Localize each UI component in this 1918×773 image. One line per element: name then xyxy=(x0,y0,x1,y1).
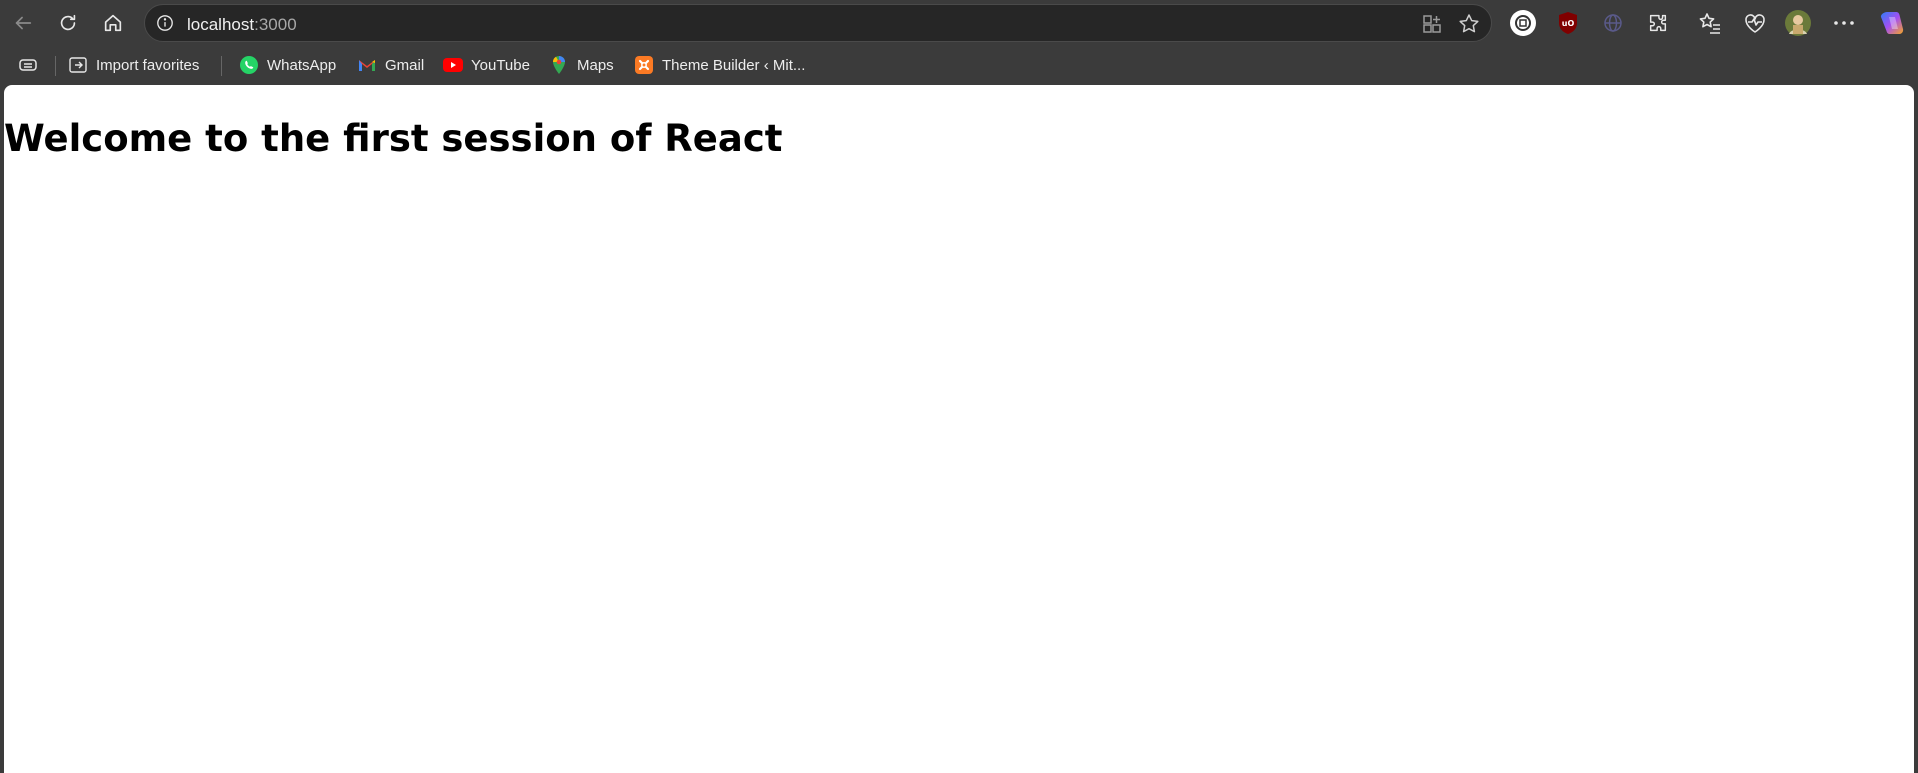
refresh-button[interactable] xyxy=(52,7,84,39)
maps-icon xyxy=(553,56,565,74)
profile-button[interactable] xyxy=(1782,7,1814,39)
more-dots-icon xyxy=(1834,21,1854,25)
youtube-icon xyxy=(443,58,463,72)
refresh-icon xyxy=(60,14,76,31)
home-button[interactable] xyxy=(97,7,129,39)
page-heading: Welcome to the first session of React xyxy=(4,117,783,160)
site-info-icon[interactable] xyxy=(155,13,175,33)
bookmarks-divider xyxy=(221,56,222,76)
app-available-icon[interactable] xyxy=(1421,13,1443,35)
heart-pulse-icon xyxy=(1745,14,1765,33)
bookmark-label: Maps xyxy=(577,56,614,74)
bookmark-label: Gmail xyxy=(385,56,425,74)
bookmark-import-favorites[interactable]: Import favorites xyxy=(68,52,199,78)
bookmark-theme-builder[interactable]: Theme Builder ‹ Mit... xyxy=(634,52,805,78)
profile-avatar-icon xyxy=(1785,10,1811,36)
url-host: localhost xyxy=(187,15,255,34)
bookmarks-bar: Import favorites WhatsApp Gmail YouTube … xyxy=(0,46,1918,84)
bookmark-label: YouTube xyxy=(471,56,530,74)
copilot-button[interactable] xyxy=(1876,7,1908,39)
gmail-icon xyxy=(359,60,375,71)
copilot-icon xyxy=(1880,12,1904,34)
home-icon xyxy=(104,14,122,32)
ublock-badge-text: uO xyxy=(1562,19,1575,28)
settings-more-button[interactable] xyxy=(1828,7,1860,39)
whatsapp-icon xyxy=(240,56,258,74)
ublock-origin-button[interactable]: uO xyxy=(1552,7,1584,39)
bookmark-gmail[interactable]: Gmail xyxy=(357,52,424,78)
bookmark-label: WhatsApp xyxy=(267,56,337,74)
favorites-button[interactable] xyxy=(1694,7,1726,39)
ublock-shield-icon: uO xyxy=(1559,12,1577,34)
bookmark-maps[interactable]: Maps xyxy=(549,52,614,78)
bookmark-label: Theme Builder ‹ Mit... xyxy=(662,56,806,74)
back-arrow-icon xyxy=(15,16,32,30)
favorites-list-icon xyxy=(1699,13,1720,34)
extension-circle-icon xyxy=(1510,10,1536,36)
browser-essentials-button[interactable] xyxy=(1739,7,1771,39)
bookmarks-divider xyxy=(55,56,56,76)
address-bar[interactable]: localhost:3000 xyxy=(144,4,1492,42)
url-port: :3000 xyxy=(254,15,297,34)
page-viewport: Welcome to the first session of React xyxy=(4,85,1914,773)
bookmark-youtube[interactable]: YouTube xyxy=(443,52,530,78)
extension-globe-button[interactable] xyxy=(1597,7,1629,39)
extensions-button[interactable] xyxy=(1642,7,1674,39)
browser-toolbar: localhost:3000 uO xyxy=(0,0,1918,46)
sidebar-toggle-button[interactable] xyxy=(18,52,38,78)
tab-actions-icon xyxy=(19,59,37,71)
import-favorites-icon xyxy=(69,57,87,73)
puzzle-icon xyxy=(1649,14,1667,32)
back-button[interactable] xyxy=(7,7,39,39)
theme-builder-icon xyxy=(635,56,653,74)
url-text[interactable]: localhost:3000 xyxy=(187,15,297,35)
extension-circle-button[interactable] xyxy=(1507,7,1539,39)
bookmark-whatsapp[interactable]: WhatsApp xyxy=(239,52,336,78)
bookmark-label: Import favorites xyxy=(96,56,200,74)
globe-icon xyxy=(1604,14,1622,32)
favorite-star-icon[interactable] xyxy=(1457,12,1481,36)
